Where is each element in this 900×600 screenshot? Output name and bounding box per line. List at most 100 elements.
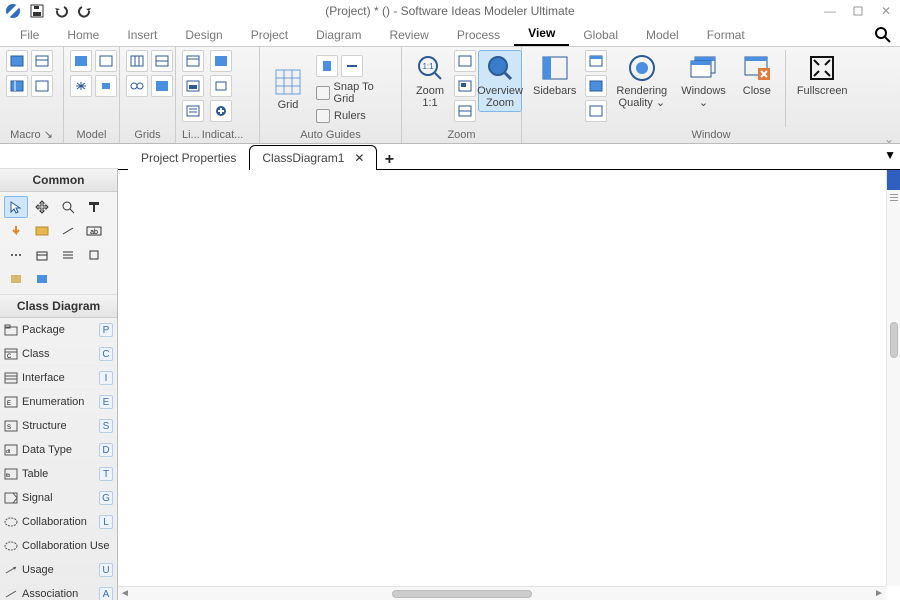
tool-stack[interactable] <box>30 244 54 266</box>
hscroll-thumb[interactable] <box>392 590 532 598</box>
sidebars-icon <box>540 53 570 83</box>
windows-button[interactable]: Windows ⌄ <box>676 50 731 112</box>
tool-text[interactable] <box>82 196 106 218</box>
tab-design[interactable]: Design <box>171 24 236 46</box>
tool-color-b[interactable] <box>30 268 54 290</box>
toolbox-item-data-type[interactable]: dtData TypeD <box>0 438 117 462</box>
toolbox-item-package[interactable]: PackageP <box>0 318 117 342</box>
close-button[interactable]: Close <box>735 50 779 100</box>
grids-btn-2[interactable] <box>151 50 173 72</box>
autoguide-btn-2[interactable] <box>341 55 363 77</box>
toolbox-item-table[interactable]: tbTableT <box>0 462 117 486</box>
snap-to-grid-checkbox[interactable]: Snap To Grid <box>316 81 395 105</box>
window-btn-c[interactable] <box>585 100 607 122</box>
tool-zoom[interactable] <box>56 196 80 218</box>
toolbox-item-collaboration[interactable]: CollaborationL <box>0 510 117 534</box>
grids-btn-4[interactable] <box>151 75 173 97</box>
tab-home[interactable]: Home <box>53 24 113 46</box>
doc-tab-project-properties[interactable]: Project Properties <box>128 145 249 170</box>
toolbox-item-collaboration-use[interactable]: Collaboration Use <box>0 534 117 558</box>
zoom-btn-b[interactable] <box>454 75 476 97</box>
doc-tab-classdiagram1[interactable]: ClassDiagram1✕ <box>249 145 377 170</box>
grid-toggle-button[interactable]: Grid <box>266 64 310 114</box>
panel-grip-icon[interactable] <box>887 194 900 201</box>
li-btn-2[interactable] <box>182 75 204 97</box>
hscroll-right-arrow[interactable]: ► <box>872 588 886 599</box>
toolbox-item-class[interactable]: CClassC <box>0 342 117 366</box>
vertical-scrollbar-thumb[interactable] <box>890 322 898 358</box>
zoom-btn-c[interactable] <box>454 100 476 122</box>
undo-icon[interactable] <box>52 2 70 20</box>
rendering-quality-button[interactable]: Rendering Quality ⌄ <box>611 50 672 112</box>
indicat-btn-3[interactable] <box>210 100 232 122</box>
tab-file[interactable]: File <box>6 24 53 46</box>
model-btn-2[interactable] <box>95 50 117 72</box>
li-btn-3[interactable] <box>182 100 204 122</box>
maximize-button[interactable] <box>844 0 872 22</box>
toolbox-classdiagram-header[interactable]: Class Diagram <box>0 294 117 318</box>
grids-btn-1[interactable] <box>126 50 148 72</box>
tab-process[interactable]: Process <box>443 24 514 46</box>
diagram-canvas[interactable] <box>118 170 886 586</box>
macro-btn-2[interactable] <box>31 50 53 72</box>
tool-list[interactable] <box>56 244 80 266</box>
hscroll-track[interactable] <box>132 590 872 598</box>
tool-label[interactable]: ab <box>82 220 106 242</box>
tab-project[interactable]: Project <box>237 24 302 46</box>
tab-model[interactable]: Model <box>632 24 693 46</box>
toolbox-item-structure[interactable]: SStructureS <box>0 414 117 438</box>
add-tab-button[interactable]: + <box>377 149 401 169</box>
collapsed-panel-tab[interactable] <box>887 170 900 190</box>
close-window-button[interactable]: ✕ <box>872 0 900 22</box>
macro-btn-4[interactable] <box>31 75 53 97</box>
autoguide-btn-1[interactable] <box>316 55 338 77</box>
toolbox-common-header[interactable]: Common <box>0 168 117 192</box>
tab-review[interactable]: Review <box>375 24 442 46</box>
indicat-btn-1[interactable] <box>210 50 232 72</box>
tool-color-a[interactable] <box>4 268 28 290</box>
tool-rect[interactable] <box>30 220 54 242</box>
zoom-1-1-button[interactable]: 1:1 Zoom 1:1 <box>408 50 452 112</box>
toolbox-panel: Common ab Class Diagram PackagePCClassCI… <box>0 168 118 600</box>
ribbon-search-icon[interactable] <box>872 24 894 46</box>
window-btn-b[interactable] <box>585 75 607 97</box>
tab-overflow-icon[interactable]: ▼ <box>884 148 896 162</box>
window-btn-a[interactable] <box>585 50 607 72</box>
indicat-btn-2[interactable] <box>210 75 232 97</box>
fullscreen-button[interactable]: Fullscreen <box>792 50 853 100</box>
tool-line[interactable] <box>56 220 80 242</box>
model-btn-1[interactable] <box>70 50 92 72</box>
save-icon[interactable] <box>28 2 46 20</box>
minimize-button[interactable]: — <box>816 0 844 22</box>
redo-icon[interactable] <box>76 2 94 20</box>
overview-zoom-button[interactable]: Overview Zoom <box>478 50 522 112</box>
toolbox-item-shortcut: G <box>99 491 113 505</box>
macro-btn-1[interactable] <box>6 50 28 72</box>
toolbox-item-enumeration[interactable]: EEnumerationE <box>0 390 117 414</box>
macro-btn-3[interactable] <box>6 75 28 97</box>
rulers-checkbox[interactable]: Rulers <box>316 109 366 123</box>
toolbox-item-signal[interactable]: SignalG <box>0 486 117 510</box>
model-btn-4[interactable] <box>95 75 117 97</box>
toolbox-item-association[interactable]: AssociationA <box>0 582 117 600</box>
li-btn-1[interactable] <box>182 50 204 72</box>
model-btn-3[interactable] <box>70 75 92 97</box>
tab-global[interactable]: Global <box>569 24 632 46</box>
tool-dots[interactable] <box>4 244 28 266</box>
tool-pointer[interactable] <box>4 196 28 218</box>
zoom-btn-a[interactable] <box>454 50 476 72</box>
sidebars-button[interactable]: Sidebars <box>528 50 581 100</box>
tool-arrow-down[interactable] <box>4 220 28 242</box>
tab-diagram[interactable]: Diagram <box>302 24 375 46</box>
tab-view[interactable]: View <box>514 22 569 46</box>
toolbox-item-interface[interactable]: InterfaceI <box>0 366 117 390</box>
app-logo-icon[interactable] <box>4 2 22 20</box>
tool-move[interactable] <box>30 196 54 218</box>
doc-tab-close-icon[interactable]: ✕ <box>354 151 364 165</box>
tool-square[interactable] <box>82 244 106 266</box>
tab-format[interactable]: Format <box>693 24 759 46</box>
toolbox-item-usage[interactable]: UsageU <box>0 558 117 582</box>
tab-insert[interactable]: Insert <box>113 24 171 46</box>
hscroll-left-arrow[interactable]: ◄ <box>118 588 132 599</box>
grids-btn-3[interactable] <box>126 75 148 97</box>
